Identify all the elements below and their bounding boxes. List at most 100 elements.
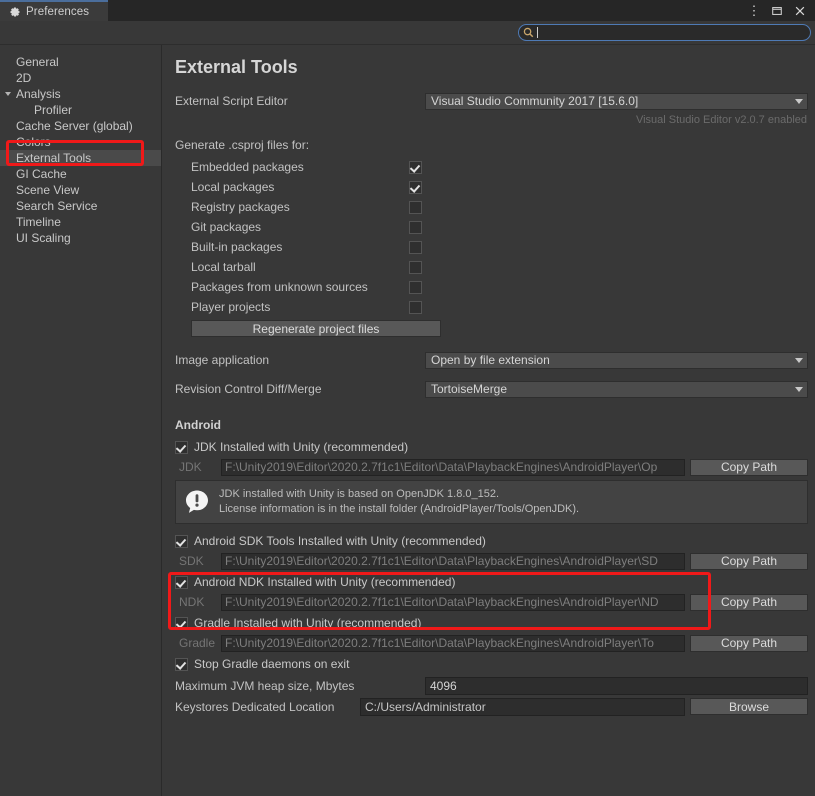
keystores-browse-button[interactable]: Browse	[690, 698, 808, 715]
sidebar-item-cache-server[interactable]: Cache Server (global)	[0, 118, 161, 134]
more-options-icon[interactable]: ⋮	[747, 4, 761, 18]
chevron-down-icon	[795, 357, 803, 363]
csproj-option-checkbox[interactable]	[409, 160, 422, 174]
jdk-installed-checkbox[interactable]	[175, 440, 188, 454]
window-controls: ⋮	[747, 0, 815, 21]
chevron-down-icon	[795, 386, 803, 392]
csproj-option-local-tarball[interactable]: Local tarball	[175, 258, 811, 276]
csproj-option-unknown-sources[interactable]: Packages from unknown sources	[175, 278, 811, 296]
jvm-heap-label: Maximum JVM heap size, Mbytes	[175, 678, 355, 693]
sidebar-item-ui-scaling[interactable]: UI Scaling	[0, 230, 161, 246]
jdk-path-row: JDK F:\Unity2019\Editor\2020.2.7f1c1\Edi…	[175, 458, 811, 476]
sidebar-item-label: Timeline	[16, 215, 61, 229]
csproj-option-local-packages[interactable]: Local packages	[175, 178, 811, 196]
sidebar-item-timeline[interactable]: Timeline	[0, 214, 161, 230]
sidebar-item-label: 2D	[16, 71, 32, 85]
sdk-copy-path-button[interactable]: Copy Path	[690, 552, 808, 570]
jvm-heap-input[interactable]: 4096	[425, 676, 808, 695]
jdk-info-line-1: JDK installed with Unity is based on Ope…	[219, 488, 500, 500]
revision-control-label: Revision Control Diff/Merge	[175, 382, 322, 396]
sdk-installed-checkbox[interactable]	[175, 534, 188, 548]
sdk-installed-row[interactable]: Android SDK Tools Installed with Unity (…	[175, 532, 811, 550]
title-bar: Preferences ⋮	[0, 0, 815, 21]
image-application-label: Image application	[175, 353, 270, 367]
gradle-installed-checkbox[interactable]	[175, 616, 188, 630]
gradle-path-row: Gradle F:\Unity2019\Editor\2020.2.7f1c1\…	[175, 634, 811, 652]
sidebar-item-external-tools[interactable]: External Tools	[0, 150, 161, 166]
ndk-copy-path-button[interactable]: Copy Path	[690, 593, 808, 611]
keystores-row: Keystores Dedicated Location C:/Users/Ad…	[175, 697, 811, 716]
gradle-installed-row[interactable]: Gradle Installed with Unity (recommended…	[175, 614, 811, 632]
csproj-option-builtin-packages[interactable]: Built-in packages	[175, 238, 811, 256]
window-body: General 2D Analysis Profiler Cache Serve…	[0, 44, 815, 796]
regenerate-project-files-button[interactable]: Regenerate project files	[191, 320, 441, 337]
sdk-installed-label: Android SDK Tools Installed with Unity (…	[194, 534, 486, 548]
csproj-option-checkbox[interactable]	[409, 180, 422, 194]
sdk-path-field[interactable]: F:\Unity2019\Editor\2020.2.7f1c1\Editor\…	[221, 552, 685, 570]
ndk-path-field[interactable]: F:\Unity2019\Editor\2020.2.7f1c1\Editor\…	[221, 593, 685, 611]
search-icon	[522, 26, 535, 39]
sidebar-item-gi-cache[interactable]: GI Cache	[0, 166, 161, 182]
sidebar-item-colors[interactable]: Colors	[0, 134, 161, 150]
sdk-path-key: SDK	[179, 554, 204, 568]
gradle-path-field[interactable]: F:\Unity2019\Editor\2020.2.7f1c1\Editor\…	[221, 634, 685, 652]
sidebar-item-2d[interactable]: 2D	[0, 70, 161, 86]
external-script-editor-dropdown[interactable]: Visual Studio Community 2017 [15.6.0]	[425, 92, 808, 110]
search-caret	[537, 27, 538, 38]
csproj-option-git-packages[interactable]: Git packages	[175, 218, 811, 236]
ndk-path-key: NDK	[179, 595, 205, 609]
image-application-dropdown[interactable]: Open by file extension	[425, 351, 808, 369]
csproj-option-label: Registry packages	[191, 200, 290, 214]
close-icon[interactable]	[793, 4, 807, 18]
jdk-installed-row[interactable]: JDK Installed with Unity (recommended)	[175, 438, 811, 456]
csproj-option-label: Embedded packages	[191, 160, 304, 174]
csproj-option-checkbox[interactable]	[409, 240, 422, 254]
revision-control-dropdown[interactable]: TortoiseMerge	[425, 380, 808, 398]
sidebar-item-general[interactable]: General	[0, 54, 161, 70]
script-editor-note: Visual Studio Editor v2.0.7 enabled	[635, 114, 807, 126]
stop-gradle-daemons-label: Stop Gradle daemons on exit	[194, 657, 350, 671]
sidebar-item-search-service[interactable]: Search Service	[0, 198, 161, 214]
ndk-installed-checkbox[interactable]	[175, 575, 188, 589]
csproj-option-checkbox[interactable]	[409, 220, 422, 234]
sidebar-item-scene-view[interactable]: Scene View	[0, 182, 161, 198]
jdk-copy-path-button[interactable]: Copy Path	[690, 458, 808, 476]
csproj-option-player-projects[interactable]: Player projects	[175, 298, 811, 316]
gear-icon	[9, 6, 21, 18]
csproj-option-label: Built-in packages	[191, 240, 283, 254]
csproj-option-registry-packages[interactable]: Registry packages	[175, 198, 811, 216]
csproj-section-label: Generate .csproj files for:	[175, 138, 310, 152]
csproj-option-checkbox[interactable]	[409, 260, 422, 274]
maximize-icon[interactable]	[770, 4, 784, 18]
sidebar-item-label: GI Cache	[16, 167, 67, 181]
stop-gradle-daemons-checkbox[interactable]	[175, 657, 188, 671]
sidebar-item-label: UI Scaling	[16, 231, 71, 245]
keystores-input[interactable]: C:/Users/Administrator	[360, 697, 685, 716]
chevron-down-icon	[795, 98, 803, 104]
csproj-option-checkbox[interactable]	[409, 280, 422, 294]
search-input[interactable]	[518, 24, 811, 41]
jdk-info-box: JDK installed with Unity is based on Ope…	[175, 480, 808, 524]
jdk-path-field[interactable]: F:\Unity2019\Editor\2020.2.7f1c1\Editor\…	[221, 458, 685, 476]
sidebar-item-label: Scene View	[16, 183, 80, 197]
sidebar-item-analysis[interactable]: Analysis	[0, 86, 161, 102]
sidebar-item-profiler[interactable]: Profiler	[0, 102, 161, 118]
csproj-option-embedded-packages[interactable]: Embedded packages	[175, 158, 811, 176]
stop-gradle-daemons-row[interactable]: Stop Gradle daemons on exit	[175, 655, 811, 673]
ndk-installed-row[interactable]: Android NDK Installed with Unity (recomm…	[175, 573, 811, 591]
csproj-option-checkbox[interactable]	[409, 300, 422, 314]
sidebar-item-label: Analysis	[16, 87, 61, 101]
chevron-down-icon[interactable]	[5, 92, 11, 96]
ndk-installed-label: Android NDK Installed with Unity (recomm…	[194, 575, 456, 589]
jdk-path-key: JDK	[179, 460, 202, 474]
sidebar-item-label: Search Service	[16, 199, 98, 213]
gradle-copy-path-button[interactable]: Copy Path	[690, 634, 808, 652]
sdk-path-row: SDK F:\Unity2019\Editor\2020.2.7f1c1\Edi…	[175, 552, 811, 570]
tab-preferences[interactable]: Preferences	[0, 0, 108, 21]
external-script-editor-label: External Script Editor	[175, 94, 288, 108]
csproj-option-checkbox[interactable]	[409, 200, 422, 214]
preferences-window: Preferences ⋮ General 2D Analysis Profil…	[0, 0, 815, 796]
sidebar-item-label: Cache Server (global)	[16, 119, 133, 133]
keystores-label: Keystores Dedicated Location	[175, 699, 335, 714]
title-bar-spacer	[108, 0, 747, 21]
